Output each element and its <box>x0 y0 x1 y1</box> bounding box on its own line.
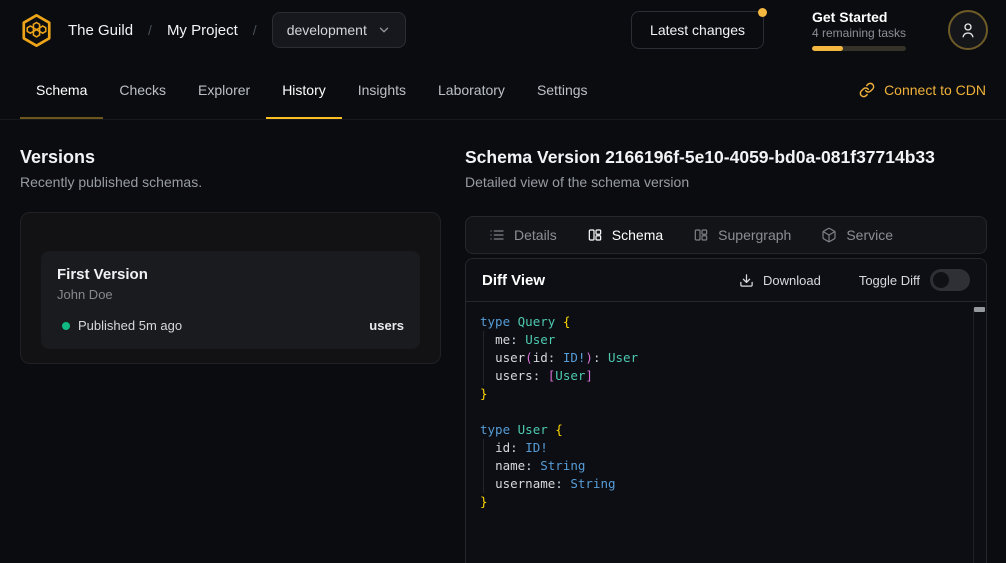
code-line <box>480 403 962 421</box>
detail-tab-supergraph[interactable]: Supergraph <box>678 217 806 253</box>
toggle-knob <box>933 272 949 288</box>
target-selector[interactable]: development <box>272 12 406 48</box>
get-started-progressbar <box>812 46 906 51</box>
nav-tab-checks[interactable]: Checks <box>103 60 182 119</box>
version-list-item[interactable]: First Version John Doe Published 5m ago … <box>41 251 420 349</box>
version-detail-panel: Schema Version 2166196f-5e10-4059-bd0a-0… <box>465 120 987 563</box>
main-nav: SchemaChecksExplorerHistoryInsightsLabor… <box>0 60 1006 120</box>
code-line: user(id: ID!): User <box>480 349 962 367</box>
diff-header: Diff View Download Toggle Diff <box>466 259 986 302</box>
code-line: } <box>480 493 962 511</box>
toggle-diff-switch[interactable] <box>930 269 970 291</box>
person-icon <box>959 21 977 39</box>
connect-cdn-link[interactable]: Connect to CDN <box>859 60 986 119</box>
version-detail-subtitle: Detailed view of the schema version <box>465 174 987 190</box>
get-started-progress-fill <box>812 46 843 51</box>
toggle-diff-label: Toggle Diff <box>859 273 920 288</box>
diff-actions: Download Toggle Diff <box>739 269 970 291</box>
breadcrumb-separator: / <box>253 22 257 38</box>
get-started-subtitle: 4 remaining tasks <box>812 26 906 41</box>
code-lines: type Query { me: User user(id: ID!): Use… <box>480 313 962 511</box>
user-avatar[interactable] <box>948 10 988 50</box>
nav-tab-explorer[interactable]: Explorer <box>182 60 266 119</box>
code-line: users: [User] <box>480 367 962 385</box>
detail-tab-schema[interactable]: Schema <box>572 217 678 253</box>
code-line: name: String <box>480 457 962 475</box>
version-service-badge: users <box>369 318 404 333</box>
code-line: type Query { <box>480 313 962 331</box>
notification-dot <box>758 8 767 17</box>
cube-icon <box>821 227 837 243</box>
version-meta-row: Published 5m ago users <box>57 318 404 333</box>
version-detail-title: Schema Version 2166196f-5e10-4059-bd0a-0… <box>465 147 987 167</box>
main-content: Versions Recently published schemas. Fir… <box>0 120 1006 563</box>
get-started-title: Get Started <box>812 9 906 26</box>
code-line: } <box>480 385 962 403</box>
diff-view-title: Diff View <box>482 272 545 289</box>
versions-title: Versions <box>20 147 441 167</box>
link-icon <box>859 82 875 98</box>
list-icon <box>489 227 505 243</box>
versions-panel: Versions Recently published schemas. Fir… <box>20 120 441 563</box>
detail-tab-label: Service <box>846 227 893 243</box>
detail-tab-label: Schema <box>612 227 663 243</box>
target-selector-value: development <box>287 22 367 38</box>
org-name[interactable]: The Guild <box>68 22 133 39</box>
latest-changes-label: Latest changes <box>650 22 745 38</box>
nav-tabs: SchemaChecksExplorerHistoryInsightsLabor… <box>20 60 604 119</box>
nav-tab-insights[interactable]: Insights <box>342 60 422 119</box>
detail-tab-label: Supergraph <box>718 227 791 243</box>
latest-changes-button[interactable]: Latest changes <box>631 11 764 49</box>
detail-tab-details[interactable]: Details <box>474 217 572 253</box>
breadcrumb: The Guild / My Project / development <box>18 12 406 49</box>
diff-panel: Diff View Download Toggle Diff type Quer <box>465 258 987 563</box>
code-scrollbar-track <box>973 308 974 563</box>
schema-code-viewer[interactable]: type Query { me: User user(id: ID!): Use… <box>466 302 986 563</box>
nav-tab-laboratory[interactable]: Laboratory <box>422 60 521 119</box>
detail-tab-label: Details <box>514 227 557 243</box>
top-header: The Guild / My Project / development Lat… <box>0 0 1006 60</box>
project-name[interactable]: My Project <box>167 22 238 39</box>
hive-logo-icon[interactable] <box>18 12 55 49</box>
header-actions: Latest changes Get Started 4 remaining t… <box>631 9 988 51</box>
chevron-down-icon <box>377 23 391 37</box>
breadcrumb-separator: / <box>148 22 152 38</box>
download-label: Download <box>763 273 821 288</box>
published-status-dot <box>62 322 70 330</box>
version-status: Published 5m ago <box>78 318 182 333</box>
code-line: type User { <box>480 421 962 439</box>
detail-tab-service[interactable]: Service <box>806 217 908 253</box>
nav-tab-history[interactable]: History <box>266 60 342 119</box>
code-line: me: User <box>480 331 962 349</box>
download-button[interactable]: Download <box>739 273 821 288</box>
code-line: id: ID! <box>480 439 962 457</box>
nav-tab-schema[interactable]: Schema <box>20 60 103 119</box>
download-icon <box>739 273 754 288</box>
versions-list: First Version John Doe Published 5m ago … <box>20 212 441 364</box>
connect-cdn-label: Connect to CDN <box>884 82 986 98</box>
version-name: First Version <box>57 266 404 284</box>
version-author: John Doe <box>57 287 404 303</box>
code-scrollbar-thumb[interactable] <box>974 307 985 312</box>
panels-icon <box>587 227 603 243</box>
code-line: username: String <box>480 475 962 493</box>
detail-tabs: Details Schema Supergraph Service <box>465 216 987 254</box>
versions-subtitle: Recently published schemas. <box>20 174 441 190</box>
nav-tab-settings[interactable]: Settings <box>521 60 604 119</box>
get-started-widget[interactable]: Get Started 4 remaining tasks <box>812 9 906 51</box>
panels-icon <box>693 227 709 243</box>
